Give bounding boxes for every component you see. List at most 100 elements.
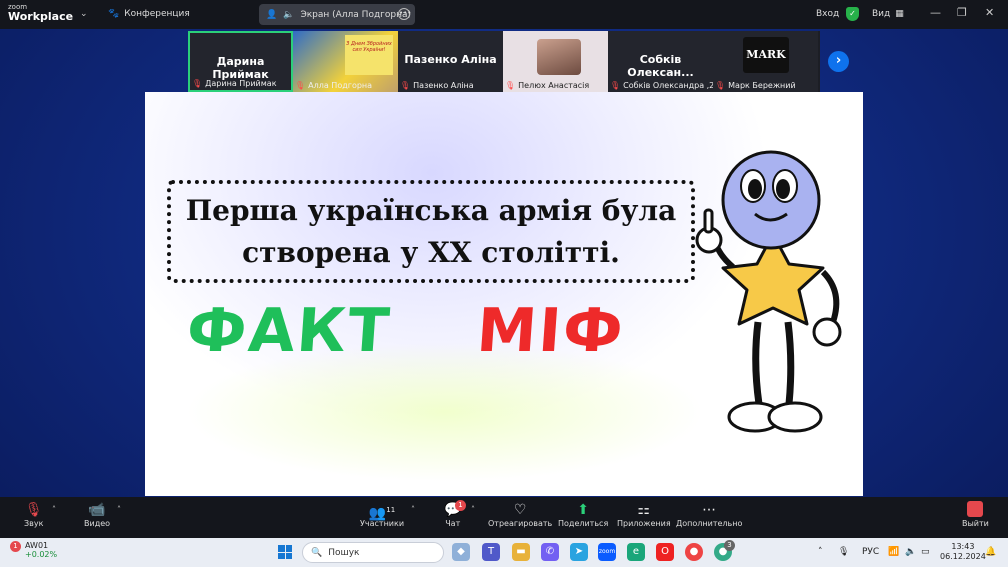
statement-line-1: Перша українська армія була — [185, 193, 677, 227]
participant-tile[interactable]: Собків Олексан... 🎙 Собків Олександра ,2.… — [608, 31, 713, 92]
windows-taskbar: 1 AW01 +0.02% 🔍 Пошук ◆ T ▬ ✆ ➤ zoom e O… — [0, 538, 1008, 567]
share-label: Поделиться — [558, 519, 609, 528]
battery-icon[interactable]: ▭ — [921, 547, 930, 557]
taskbar-clock[interactable]: 13:43 06.12.2024 — [940, 542, 986, 562]
speaker-icon: 🔈 — [283, 9, 295, 20]
mic-muted-icon: 🎙 — [192, 79, 203, 88]
video-button[interactable]: 📹 Видео — [84, 501, 110, 528]
mic-muted-icon: 🎙 — [295, 81, 306, 90]
apps-button[interactable]: ⚏ Приложения — [617, 501, 671, 528]
grid-view-icon: ▦ — [895, 9, 904, 19]
participant-avatar-logo: MARK — [743, 37, 789, 73]
sharer-avatar-icon: 👤 — [266, 9, 278, 20]
star-mascot-illustration — [695, 150, 842, 433]
mic-muted-icon: 🎙 — [610, 81, 621, 90]
react-button[interactable]: ♡ Отреагировать — [488, 501, 552, 528]
participant-caption: Собків Олександра ,2... — [623, 81, 713, 90]
chat-label: Чат — [445, 519, 461, 528]
stock-widget[interactable]: 1 AW01 +0.02% — [10, 541, 57, 559]
chat-unread-badge: 1 — [455, 500, 466, 511]
zoom-logo: zoom Workplace — [8, 3, 74, 23]
share-screen-button[interactable]: ⬆ Поделиться — [558, 501, 608, 528]
more-label: Дополнительно — [676, 519, 743, 528]
paw-icon: 🐾 — [108, 9, 120, 19]
share-screen-icon: ⬆ — [577, 502, 589, 518]
participant-tile[interactable]: Дарина Приймак 🎙 Дарина Приймак — [188, 31, 293, 92]
apps-label: Приложения — [617, 519, 671, 528]
video-label: Видео — [84, 519, 111, 528]
chevron-down-icon[interactable]: ⌄ — [80, 9, 88, 19]
more-options-icon[interactable]: ••• — [398, 8, 411, 20]
file-explorer-icon[interactable]: ▬ — [512, 543, 530, 561]
participant-caption: Алла Подгорна — [308, 81, 373, 90]
language-indicator[interactable]: РУС — [862, 547, 879, 557]
microphone-icon[interactable]: 🎙 — [838, 547, 849, 557]
participant-caption: Марк Бережний — [728, 81, 796, 90]
react-label: Отреагировать — [488, 519, 553, 528]
participant-caption: Дарина Приймак — [205, 79, 277, 88]
title-bar: zoom Workplace ⌄ 🐾 Конференция 👤 🔈 Экран… — [0, 0, 1008, 29]
tray-overflow-icon[interactable]: ˄ — [818, 547, 823, 557]
statement-line-2: створена у ХХ столітті. — [242, 235, 620, 269]
meeting-menu-button[interactable]: 🐾 Конференция — [108, 9, 190, 19]
clock-time: 13:43 — [951, 542, 975, 551]
participant-tile[interactable]: Пазенко Аліна 🎙 Пазенко Аліна — [398, 31, 503, 92]
minimize-button[interactable]: — — [930, 6, 941, 19]
more-button[interactable]: ⋯ Дополнительно — [676, 501, 742, 528]
shared-screen-slide: Перша українська армія була створена у Х… — [145, 92, 863, 496]
more-icon: ⋯ — [702, 502, 717, 518]
participant-tile[interactable]: 🎙 Пелюх Анастасія — [503, 31, 608, 92]
search-icon: 🔍 — [311, 547, 323, 558]
participant-tile[interactable]: З Днем Збройних сил України! 🎙 Алла Подго… — [293, 31, 398, 92]
participant-video-poster: З Днем Збройних сил України! — [345, 35, 393, 75]
participants-options-caret[interactable]: ˄ — [411, 505, 415, 514]
participant-strip: Дарина Приймак 🎙 Дарина Приймак З Днем Зб… — [188, 31, 820, 92]
participant-video — [537, 39, 581, 75]
leave-meeting-button[interactable]: Выйти — [962, 501, 989, 528]
viber-icon[interactable]: ✆ — [541, 543, 559, 561]
leave-icon — [967, 501, 984, 517]
meeting-controls-bar: 🎙 Звук ˄ 📹 Видео ˄ 👥11 Участники ˄ 💬 Чат… — [0, 497, 1008, 538]
windows-start-icon[interactable] — [278, 545, 292, 559]
participant-name-large: Собків Олексан... — [627, 53, 694, 79]
meeting-menu-label: Конференция — [124, 9, 190, 19]
audio-options-caret[interactable]: ˄ — [52, 505, 56, 514]
mic-muted-icon: 🎙 — [505, 81, 516, 90]
view-button[interactable]: Вид ▦ — [872, 9, 904, 19]
telegram-icon[interactable]: ➤ — [570, 543, 588, 561]
participants-button[interactable]: 👥11 Участники — [360, 501, 404, 528]
teams-icon[interactable]: T — [482, 543, 500, 561]
sign-in-button[interactable]: Вход — [816, 9, 839, 19]
copilot-icon[interactable]: ◆ — [452, 543, 470, 561]
security-shield-icon[interactable]: ✓ — [846, 7, 859, 21]
clock-date: 06.12.2024 — [940, 552, 986, 561]
video-options-caret[interactable]: ˄ — [117, 505, 121, 514]
edge-icon[interactable]: e — [627, 543, 645, 561]
chat-options-caret[interactable]: ˄ — [471, 505, 475, 514]
taskbar-search-box[interactable]: 🔍 Пошук — [302, 542, 444, 563]
volume-icon[interactable]: 🔈 — [905, 547, 916, 557]
mic-muted-icon: 🎙 — [400, 81, 411, 90]
wifi-icon[interactable]: 📶 — [888, 547, 899, 557]
audio-button[interactable]: 🎙 Звук — [24, 501, 43, 528]
apps-icon: ⚏ — [637, 502, 651, 518]
close-button[interactable]: ✕ — [985, 6, 994, 19]
next-page-button[interactable]: › — [828, 51, 849, 72]
mic-muted-icon: 🎙 — [715, 81, 726, 90]
restore-button[interactable]: ❐ — [957, 6, 967, 19]
zoom-app-icon[interactable]: zoom — [598, 543, 616, 561]
chrome-window-count: 3 — [724, 540, 735, 551]
chrome-icon[interactable]: ● — [685, 543, 703, 561]
participant-caption: Пелюх Анастасія — [518, 81, 590, 90]
mic-muted-icon: 🎙 — [24, 502, 43, 518]
opera-icon[interactable]: O — [656, 543, 674, 561]
logo-product-text: Workplace — [8, 10, 74, 23]
participant-tile[interactable]: MARK 🎙 Марк Бережний — [713, 31, 818, 92]
notifications-icon[interactable]: 🔔 — [985, 547, 996, 557]
search-placeholder: Пошук — [328, 547, 360, 558]
participant-caption: Пазенко Аліна — [413, 81, 474, 90]
leave-label: Выйти — [962, 519, 989, 528]
screen-share-indicator[interactable]: 👤 🔈 Экран (Алла Подгорна) ••• — [259, 4, 415, 25]
widget-badge: 1 — [10, 541, 21, 552]
stock-name: AW01 — [25, 541, 49, 550]
